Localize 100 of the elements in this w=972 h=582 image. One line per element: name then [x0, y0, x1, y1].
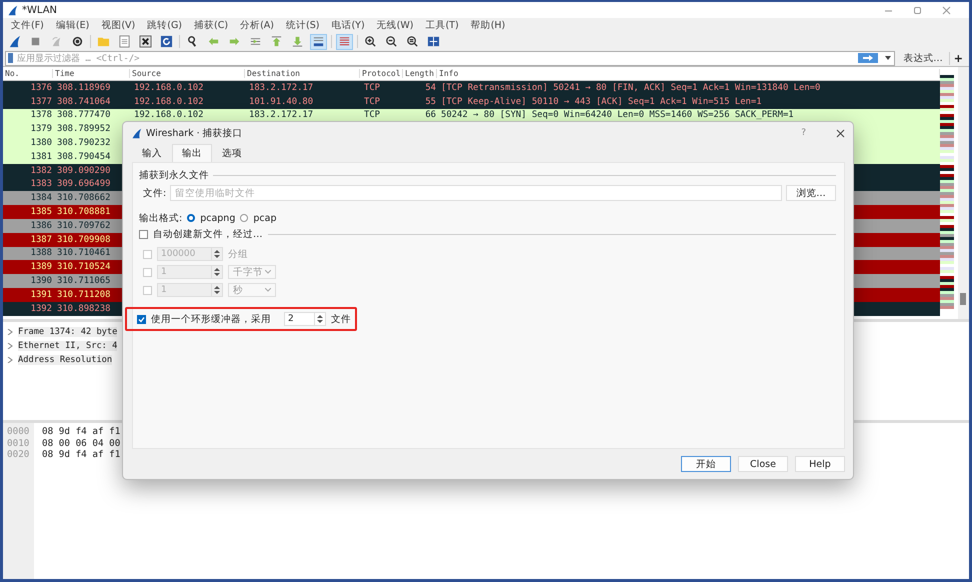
packet-row[interactable]: 1377 308.741064 192.168.0.102 101.91.40.80 TCP 55 [TCP Keep-Alive] 50110 → 443 [ACK] Seq=1 Ack=1 Win=515 Len=1 [3, 94, 940, 109]
menu-item[interactable]: 文件(F) [7, 19, 52, 32]
scrollbar[interactable] [958, 67, 969, 319]
table-cell-text: 1387 [30, 234, 53, 245]
table-cell-text: 310.708881 [56, 207, 112, 218]
tab[interactable]: 输出 [172, 144, 212, 162]
browse-button[interactable]: 浏览… [786, 185, 836, 201]
app-logo-icon [131, 128, 142, 138]
checkbox[interactable] [139, 230, 148, 238]
field-label: 输出格式: [139, 212, 182, 224]
tree-item[interactable]: Address Resolution [18, 355, 112, 365]
maximize-icon[interactable] [913, 6, 922, 14]
table-cell-text: 308.790454 [56, 152, 112, 162]
table-cell-text: 1389 [30, 262, 53, 272]
table-cell-text: 1385 [30, 207, 53, 218]
column-header[interactable]: No. [3, 69, 53, 78]
table-cell-text: 310.709908 [56, 234, 112, 245]
byte-offset: 0020 [6, 449, 30, 460]
table-cell-text: 310.711208 [56, 290, 112, 300]
close-icon[interactable] [836, 128, 845, 138]
radio-button[interactable] [187, 214, 196, 222]
table-cell-text: 1391 [30, 290, 53, 300]
expander-icon[interactable] [7, 357, 13, 363]
table-cell-text: 1388 [30, 248, 53, 258]
table-cell-text: 1384 [30, 193, 53, 204]
menu-item[interactable]: 分析(A) [236, 19, 282, 32]
radio-label[interactable]: pcap [253, 212, 276, 224]
byte-offset: 0000 [6, 426, 30, 438]
number-spin-box: 100000 [157, 247, 223, 261]
menu-item[interactable]: 捕获(C) [190, 19, 236, 32]
dialog-title: Wireshark · 捕获接口 [146, 126, 243, 140]
table-cell-text: 309.696499 [56, 179, 112, 190]
table-cell-text: 55 [424, 96, 437, 107]
table-cell-text: 308.777470 [56, 110, 112, 120]
expander-icon[interactable] [7, 329, 13, 335]
table-cell-text: 1382 [30, 166, 53, 176]
menu-item[interactable]: 无线(W) [372, 19, 422, 32]
table-cell-text: 310.711065 [56, 276, 112, 286]
radio-label[interactable]: pcapng [200, 212, 236, 224]
number-spin-box: 1 [157, 265, 223, 279]
reload-icon[interactable] [158, 34, 175, 50]
add-filter-button[interactable]: + [950, 52, 967, 64]
checkbox-label[interactable]: 自动创建新文件，经过… [153, 228, 262, 240]
dialog-button[interactable]: Help [795, 456, 845, 472]
tree-item[interactable]: Frame 1374: 42 byte [18, 327, 118, 337]
menu-item[interactable]: 帮助(H) [466, 19, 514, 32]
autoscroll-icon[interactable] [310, 34, 327, 50]
table-cell-text: 54 [424, 82, 437, 93]
caret-icon [265, 288, 271, 292]
menu-item[interactable]: 编辑(E) [52, 19, 98, 32]
number-spin-box: 1 [157, 283, 223, 297]
byte-offset: 0010 [6, 438, 30, 449]
checkbox-label[interactable]: 使用一个环形缓冲器，采用 [151, 312, 271, 326]
menu-item[interactable]: 电话(Y) [327, 19, 373, 32]
table-cell-text: 1379 [30, 124, 53, 134]
lines-icon[interactable] [336, 34, 353, 50]
close-file-icon[interactable] [137, 34, 154, 50]
hex-bytes: 08 9d f4 af f1 [41, 426, 120, 438]
column-header[interactable]: Destination [245, 69, 360, 78]
table-cell-text: 50242 → 80 [SYN] Seq=0 Win=64240 Len=0 MSS=1460 WS=256 SACK_PERM=1 [440, 110, 795, 120]
table-cell-text: 1381 [30, 152, 53, 162]
unit-label: 文件 [331, 312, 351, 326]
number-spin-box[interactable]: 2 [284, 312, 326, 326]
radio-button[interactable] [240, 214, 248, 222]
tab[interactable]: 输入 [132, 144, 172, 162]
table-cell-text: 310.708662 [56, 193, 112, 204]
expander-icon[interactable] [7, 343, 13, 349]
table-cell-text: 101.91.40.80 [248, 96, 314, 107]
table-cell-text: 66 [424, 110, 437, 120]
checkbox[interactable] [137, 314, 146, 324]
menu-item[interactable]: 视图(V) [97, 19, 144, 32]
caret-icon [265, 270, 271, 274]
table-cell-text: 310.709762 [56, 220, 112, 231]
packet-row[interactable]: 1376 308.118969 192.168.0.102 183.2.172.17 TCP 54 [TCP Retransmission] 50241 → 80 [FIN, ACK] Seq=1 Ack=1 Win=131840 Len=0 [3, 81, 940, 95]
table-cell-text: 1390 [30, 276, 53, 286]
menu-item[interactable]: 工具(T) [421, 19, 467, 32]
field-label: 文件: [143, 186, 166, 200]
column-header[interactable]: Source [130, 69, 245, 78]
dialog-button[interactable]: Close [738, 456, 788, 472]
table-cell-text: 310.710524 [56, 262, 112, 272]
section-title: 捕获到永久文件 [139, 168, 209, 182]
tab[interactable]: 选项 [212, 144, 252, 162]
table-cell-text: 192.168.0.102 [133, 110, 204, 120]
hex-bytes: 08 00 06 04 00 [41, 438, 120, 449]
tree-item[interactable]: Ethernet II, Src: 4 [18, 341, 118, 351]
table-cell-text: 183.2.172.17 [248, 82, 314, 93]
table-cell-text: TCP [363, 110, 382, 120]
table-cell-text: 192.168.0.102 [133, 82, 204, 93]
table-cell-text: 1386 [30, 220, 53, 231]
table-cell-text: 192.168.0.102 [133, 96, 204, 107]
menu-item[interactable]: 跳转(G) [143, 19, 190, 32]
column-header[interactable]: Time [53, 69, 130, 78]
table-cell-text: 308.741064 [56, 96, 112, 107]
dialog-button[interactable]: 开始 [681, 456, 731, 472]
table-cell-text: TCP [363, 82, 382, 93]
menu-item[interactable]: 统计(S) [282, 19, 328, 32]
column-header[interactable]: Protocol [360, 69, 403, 78]
expression-button[interactable]: 表达式… [895, 52, 950, 64]
table-cell-text: 1376 [30, 82, 53, 93]
column-header[interactable]: Length [403, 69, 437, 78]
